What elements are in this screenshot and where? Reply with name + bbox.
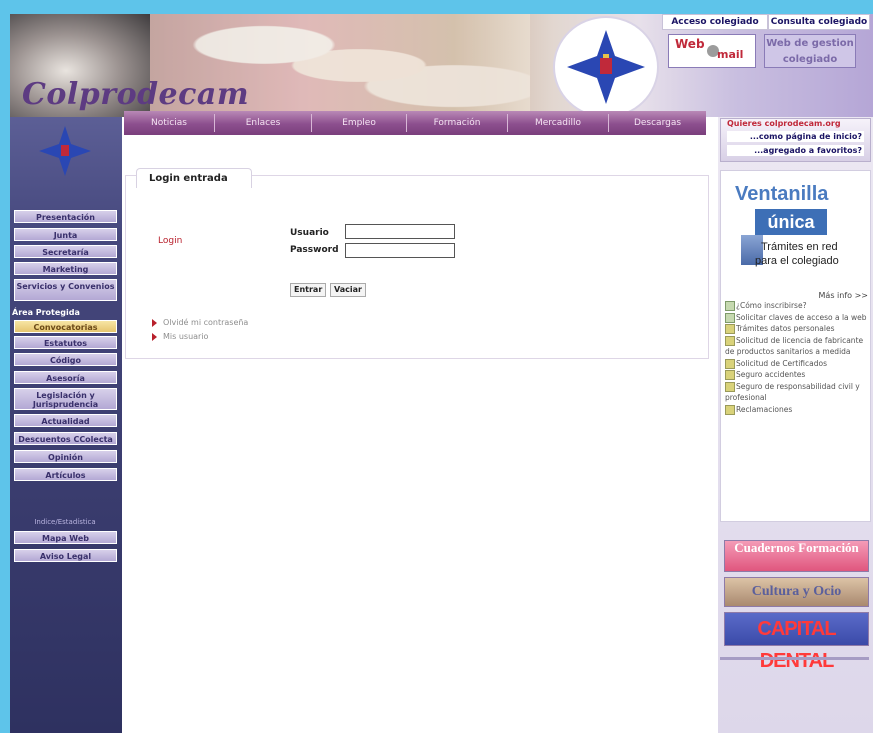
folder-icon [725,370,735,380]
folder-icon [725,358,735,369]
protected-area-label: Área Protegida [12,308,80,317]
folder-icon [725,381,735,392]
cultura-ocio-banner[interactable]: Cultura y Ocio [724,577,869,607]
cuadernos-formacion-banner[interactable]: Cuadernos Formación [724,540,869,572]
nav-formacion[interactable]: Formación [407,111,507,135]
sidebar-item-descuentos[interactable]: Descuentos CColecta [14,432,117,445]
my-user-text: Mis usuario [163,332,209,341]
list-item[interactable]: Trámites datos personales [725,323,868,335]
sidebar-item-codigo[interactable]: Código [14,353,117,366]
document-icon [725,301,735,311]
list-item[interactable]: Solicitud de Certificados [725,358,868,370]
add-favorites-link[interactable]: ...agregado a favoritos? [727,145,864,156]
document-icon [725,312,735,323]
password-label: Password [290,245,339,255]
ventanilla-title[interactable]: Ventanilla [735,183,828,206]
sidebar-item-marketing[interactable]: Marketing [14,262,117,275]
webmail-button[interactable]: Web mail [668,34,756,68]
list-item[interactable]: Solicitar claves de acceso a la web [725,312,868,324]
sidebar-item-junta[interactable]: Junta [14,228,117,241]
sidebar-item-convocatorias[interactable]: Convocatorias [14,320,117,333]
nav-mercadillo[interactable]: Mercadillo [508,111,608,135]
login-label: Login [158,236,183,246]
set-homepage-link[interactable]: ...como página de inicio? [727,131,864,142]
web-gestion-label-2: colegiado [782,54,838,65]
list-item[interactable]: Solicitud de licencia de fabricante de p… [725,335,868,358]
folder-icon [725,324,735,334]
list-item-label: Solicitar claves de acceso a la web [736,312,867,322]
college-seal [553,16,659,118]
sidebar-item-secretaria[interactable]: Secretaría [14,245,117,258]
list-item[interactable]: ¿Cómo inscribirse? [725,300,868,312]
cross-emblem-icon [567,30,645,104]
web-gestion-button[interactable]: Web de gestion colegiado [764,34,856,68]
list-item-label: Seguro accidentes [736,370,806,379]
list-item-label: Trámites datos personales [736,324,835,333]
nav-descargas[interactable]: Descargas [609,111,706,135]
capital-dental-banner[interactable]: CAPITAL DENTAL [724,612,869,672]
my-user-link[interactable]: Mis usuario [152,332,208,341]
acceso-colegiado-link[interactable]: Acceso colegiado [662,14,768,30]
enter-button[interactable]: Entrar [290,283,327,297]
sidebar-item-legislacion[interactable]: Legislación y Jurisprudencia [14,388,117,410]
password-input[interactable] [345,243,455,258]
forgot-password-link[interactable]: Olvidé mi contraseña [152,318,248,327]
folder-icon [725,404,735,415]
list-item-label: ¿Cómo inscribirse? [736,301,807,310]
ventanilla-subtitle-1: Trámites en red [761,241,838,253]
ventanilla-unica-box: Ventanilla única Trámites en red para el… [720,170,871,522]
webmail-label-2: mail [717,48,744,61]
sidebar-item-servicios[interactable]: Servicios y Convenios [14,279,117,301]
folder-icon [725,335,735,346]
sidebar-item-mapa-web[interactable]: Mapa Web [14,531,117,544]
sidebar-cross-icon [39,126,91,176]
ventanilla-unica-badge[interactable]: única [755,209,827,235]
right-column-divider [720,657,869,660]
usuario-input[interactable] [345,224,455,239]
promo-question: Quieres colprodecam.org [727,119,841,128]
list-item[interactable]: Seguro accidentes [725,369,868,381]
ventanilla-list: ¿Cómo inscribirse? Solicitar claves de a… [725,300,868,415]
homepage-promo: Quieres colprodecam.org ...como página d… [720,118,871,162]
consulta-colegiado-link[interactable]: Consulta colegiado [768,14,870,30]
more-info-link[interactable]: Más info >> [819,291,868,300]
sidebar-item-aviso-legal[interactable]: Aviso Legal [14,549,117,562]
list-item-label: Solicitud de licencia de fabricante de p… [725,335,864,357]
nav-enlaces[interactable]: Enlaces [215,111,311,135]
sidebar-item-estatutos[interactable]: Estatutos [14,336,117,349]
list-item[interactable]: Reclamaciones [725,404,868,416]
usuario-label: Usuario [290,228,329,238]
webmail-label-1: Web [675,37,705,51]
sidebar-item-actualidad[interactable]: Actualidad [14,414,117,427]
list-item-label: Seguro de responsabilidad civil y profes… [725,381,860,403]
ventanilla-subtitle-2: para el colegiado [755,255,839,267]
site-logo[interactable]: Colprodecam [22,77,249,112]
list-item-label: Solicitud de Certificados [736,358,827,368]
arrow-right-icon [152,318,157,327]
forgot-password-text: Olvidé mi contraseña [163,318,249,327]
nav-empleo[interactable]: Empleo [312,111,406,135]
list-item[interactable]: Seguro de responsabilidad civil y profes… [725,381,868,404]
clear-button[interactable]: Vaciar [330,283,366,297]
pagerank-label: Indice/Estadística [34,518,96,526]
header-right-block: Acceso colegiado Consulta colegiado Web … [660,14,873,117]
tab-login-entrada[interactable]: Login entrada [136,168,252,188]
sidebar-item-articulos[interactable]: Artículos [14,468,117,481]
arrow-right-icon [152,332,157,341]
list-item-label: Reclamaciones [736,404,793,414]
login-panel [125,175,709,359]
top-navigation: Noticias Enlaces Empleo Formación Mercad… [124,111,706,135]
left-sidebar: Presentación Junta Secretaría Marketing … [10,117,122,733]
sidebar-item-presentacion[interactable]: Presentación [14,210,117,223]
web-gestion-label-1: Web de gestion [766,38,854,49]
header-banner: Colprodecam Acceso colegiado Consulta co… [10,14,873,118]
sidebar-item-opinion[interactable]: Opinión [14,450,117,463]
nav-noticias[interactable]: Noticias [124,111,214,135]
sidebar-item-asesoria[interactable]: Asesoría [14,371,117,384]
